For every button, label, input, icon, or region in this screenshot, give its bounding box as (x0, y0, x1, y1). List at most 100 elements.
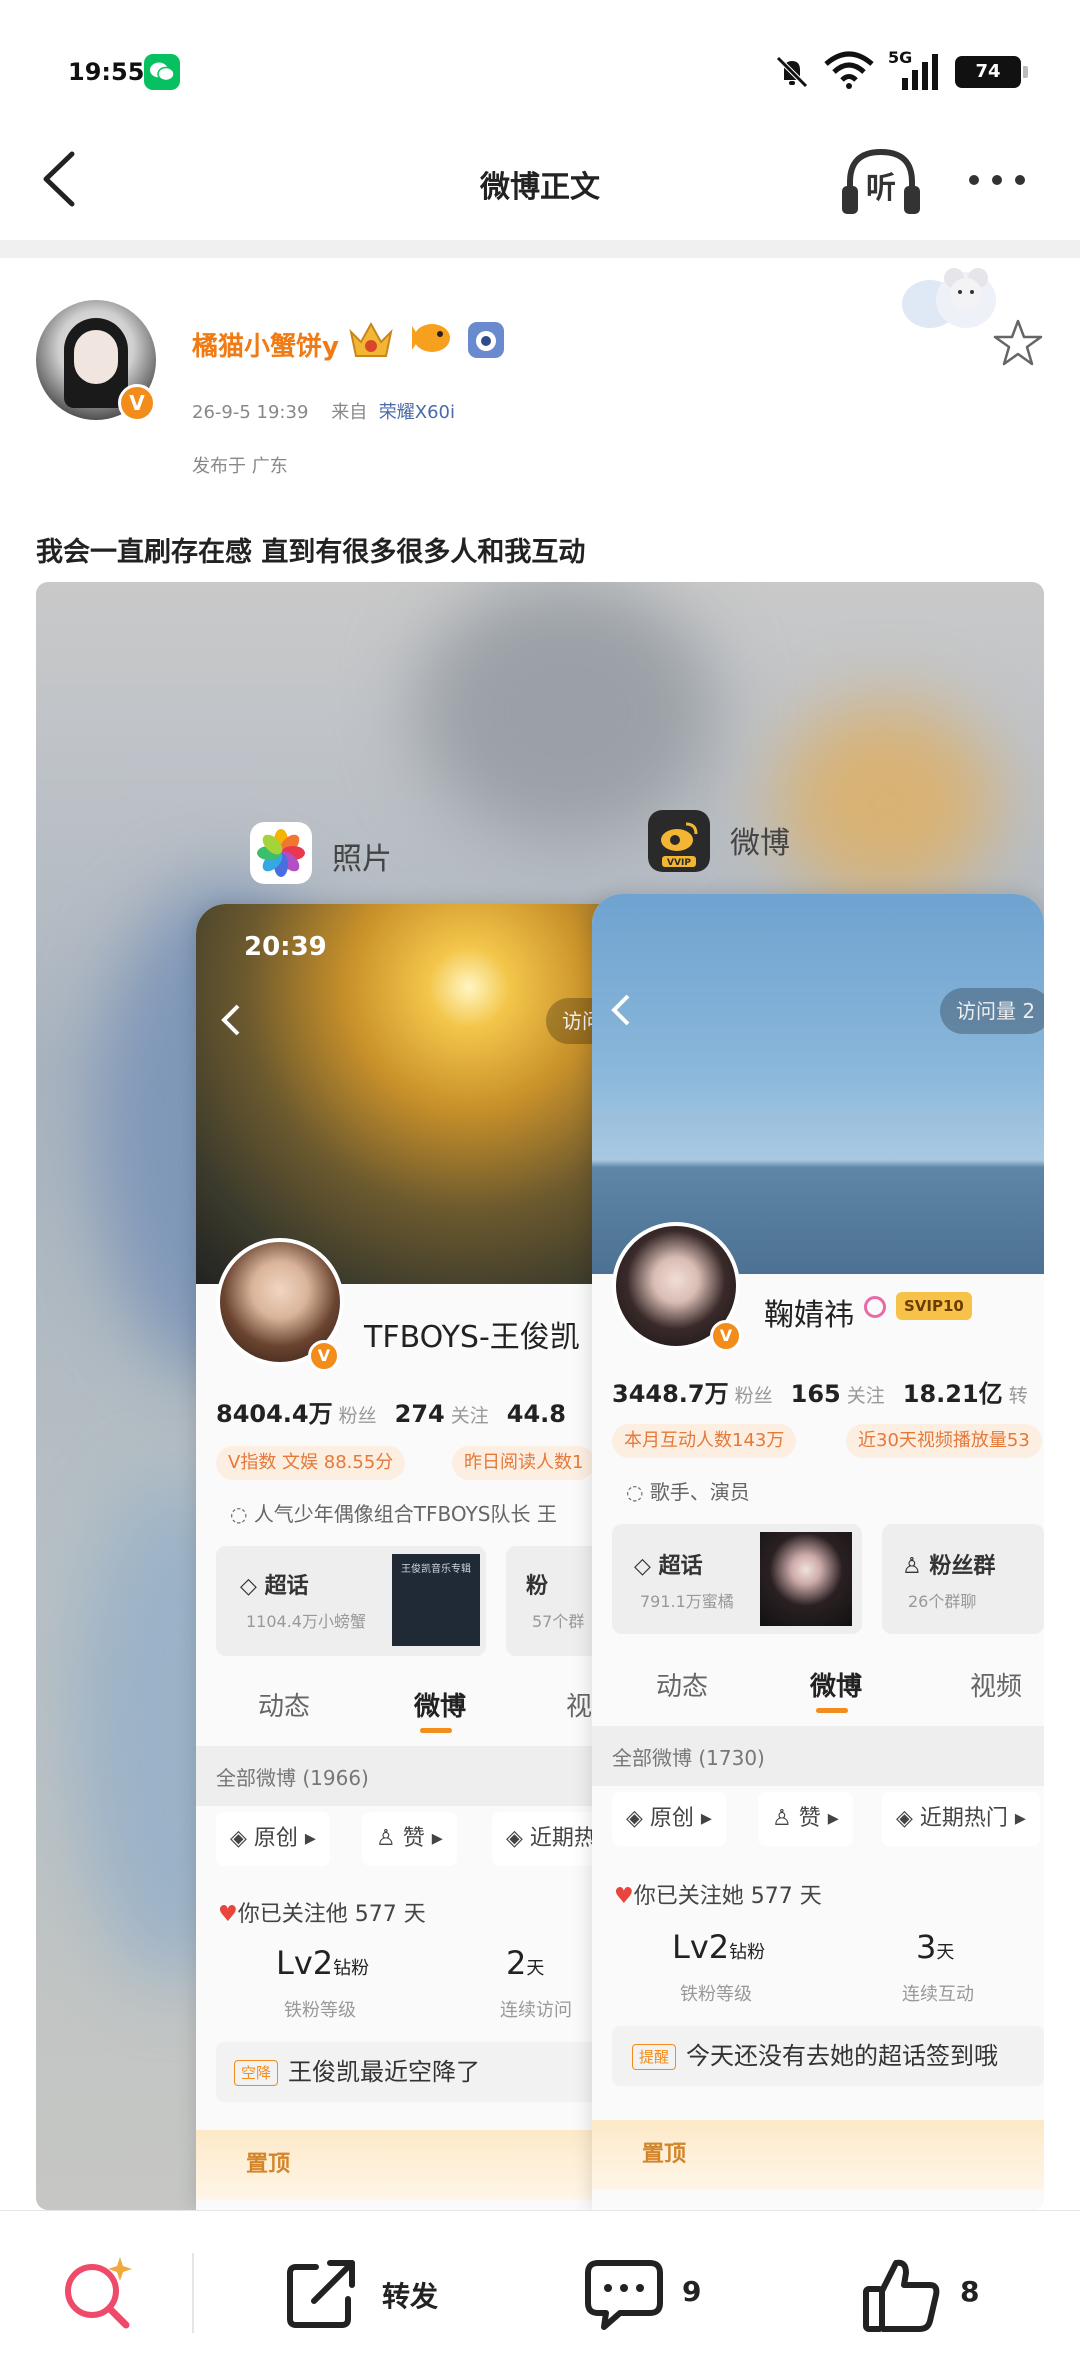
card-filter: ◈ 原创 ▸ (612, 1792, 726, 1846)
search-sparkle-icon[interactable] (58, 2253, 138, 2333)
mute-bell-icon (776, 56, 808, 88)
comment-count: 9 (682, 2275, 702, 2308)
card-notice: 提醒 今天还没有去她的超话签到哦 (612, 2026, 1044, 2086)
card-notice: 空降 王俊凯最近空降了 (216, 2042, 636, 2102)
share-icon (287, 2260, 355, 2328)
signal-icon (902, 54, 938, 90)
photos-app-label: 照片 (332, 842, 392, 877)
album-cover: 王俊凯音乐专辑 (392, 1554, 480, 1646)
card-days-label: 连续互动 (902, 1984, 974, 2005)
source-prefix: 来自 (331, 402, 368, 423)
source-device[interactable]: 荣耀X60i (379, 402, 455, 423)
female-icon (864, 1296, 886, 1318)
card-all-count: 全部微博 (1966) (216, 1766, 369, 1790)
like-count: 8 (960, 2275, 980, 2308)
banner-sky (592, 894, 1044, 1274)
divider (0, 240, 1080, 258)
card-box-title: 粉 (526, 1574, 549, 1599)
card-verified-badge: V (308, 1340, 340, 1372)
card-description: ◌ 歌手、演员 (626, 1480, 750, 1504)
more-options-icon[interactable] (962, 160, 1032, 200)
comment-button[interactable]: 9 (584, 2247, 724, 2337)
app-card-left[interactable]: 20:39 访问量 V TFBOYS-王俊凯 8404.4万粉丝274关注44.… (196, 904, 636, 2210)
card-back-icon (611, 994, 630, 1026)
card-follow-days: ♥你已关注她 577 天 (614, 1884, 822, 1909)
card-filter: ◈ 近期热门 ▸ (882, 1792, 1040, 1846)
card-stats: 8404.4万 粉丝 274 关注 44.8 (216, 1400, 566, 1428)
app-card-right[interactable]: 访问量 2 V 鞠婧祎 SVIP10 3448.7万 粉丝 165 关注 18.21亿转… (592, 894, 1044, 2210)
nav-bar: 微博正文 听 (0, 130, 1080, 240)
camera-badge-icon (468, 322, 504, 358)
repost-label: 转发 (382, 2280, 439, 2313)
repost-button[interactable]: 转发 (286, 2247, 456, 2337)
card-all-count: 全部微博 (1730) (612, 1746, 765, 1770)
wechat-notification-icon (144, 54, 180, 90)
wifi-icon (824, 51, 874, 89)
battery-indicator: 74 (955, 56, 1028, 88)
comment-bubble-icon (585, 2260, 663, 2330)
weibo-app-label: 微博 (730, 826, 790, 861)
card-follow-days: ♥你已关注他 577 天 (218, 1902, 426, 1927)
bottom-action-bar: 转发 9 8 (0, 2210, 1080, 2372)
post-location: 发布于 广东 (192, 456, 288, 477)
card-tab: 动态 (258, 1692, 311, 1722)
card-username: TFBOYS-王俊凯 (364, 1320, 580, 1355)
status-time: 19:55 (68, 58, 145, 86)
card-pinned: 置顶 (592, 2120, 1044, 2190)
listen-label: 听 (866, 171, 896, 206)
card-tag: 本月互动人数143万 (612, 1424, 797, 1458)
status-bar: 19:55 5G 74 (0, 0, 1080, 130)
card-visit-count: 访问量 2 (940, 988, 1044, 1034)
vvip-badge: VVIP (667, 858, 691, 868)
like-button[interactable]: 8 (862, 2247, 1002, 2337)
card-time: 20:39 (244, 932, 327, 962)
card-box-sub: 1104.4万小螃蟹 (246, 1612, 366, 1631)
card-tab: 视频 (970, 1672, 1023, 1702)
card-tab-active: 微博 (414, 1692, 467, 1722)
card-back-icon (221, 1004, 240, 1036)
post-timestamp: 26-9-5 19:39 (192, 402, 309, 423)
card-stats: 3448.7万 粉丝 165 关注 18.21亿转 (612, 1380, 1028, 1408)
crown-badge-icon (349, 321, 393, 357)
star-favorite-icon[interactable] (990, 316, 1046, 372)
card-level: Lv2钻粉 (672, 1928, 766, 1966)
card-filter: ◈ 原创 ▸ (216, 1812, 330, 1866)
card-filter: ♙ 赞 ▸ (758, 1792, 853, 1846)
card-tag: 近30天视频播放量53 (846, 1424, 1042, 1458)
thumbs-up-icon (863, 2259, 940, 2332)
card-filter: ♙ 赞 ▸ (362, 1812, 457, 1866)
card-level: Lv2钻粉 (276, 1944, 370, 1982)
weibo-app-icon: VVIP (648, 810, 710, 872)
card-days: 2天 (506, 1944, 545, 1982)
card-box-sub: 57个群 (532, 1612, 585, 1631)
card-tag: 昨日阅读人数1 (452, 1446, 596, 1480)
verified-badge: V (118, 384, 156, 422)
card-verified-badge: V (710, 1320, 742, 1352)
card-description: ◌ 人气少年偶像组合TFBOYS队长 王 (230, 1502, 557, 1526)
card-box-title: ♙ 粉丝群 (902, 1554, 996, 1579)
supertopic-photo (760, 1532, 852, 1626)
card-box-sub: 791.1万蜜橘 (640, 1592, 734, 1611)
listen-headphones-icon[interactable]: 听 (838, 142, 924, 222)
divider (192, 2253, 194, 2333)
post-text: 我会一直刷存在感 直到有很多很多人和我互动 (36, 537, 586, 568)
card-tab-active: 微博 (810, 1672, 863, 1702)
username[interactable]: 橘猫小蟹饼y (192, 326, 339, 363)
card-box-title: ◇ 超话 (240, 1574, 309, 1599)
svip-badge: SVIP10 (896, 1292, 972, 1320)
fish-badge-icon (412, 324, 450, 352)
card-level-label: 铁粉等级 (680, 1984, 752, 2005)
photos-app-icon (250, 822, 312, 884)
post-image[interactable]: 照片 VVIP 微博 20:39 访问量 V TFBOYS-王俊凯 8404.4… (36, 582, 1044, 2210)
card-pinned: 置顶 (196, 2130, 636, 2200)
card-tab: 视 (566, 1692, 593, 1722)
card-username: 鞠婧祎 (764, 1298, 854, 1333)
card-level-label: 铁粉等级 (284, 2000, 356, 2021)
card-box-sub: 26个群聊 (908, 1592, 977, 1611)
card-days: 3天 (916, 1928, 955, 1966)
card-days-label: 连续访问 (500, 2000, 572, 2021)
bear-sticker-icon (902, 268, 996, 328)
card-tab: 动态 (656, 1672, 709, 1702)
card-box-title: ◇ 超话 (634, 1554, 703, 1579)
card-tag: V指数 文娱 88.55分 (216, 1446, 406, 1480)
